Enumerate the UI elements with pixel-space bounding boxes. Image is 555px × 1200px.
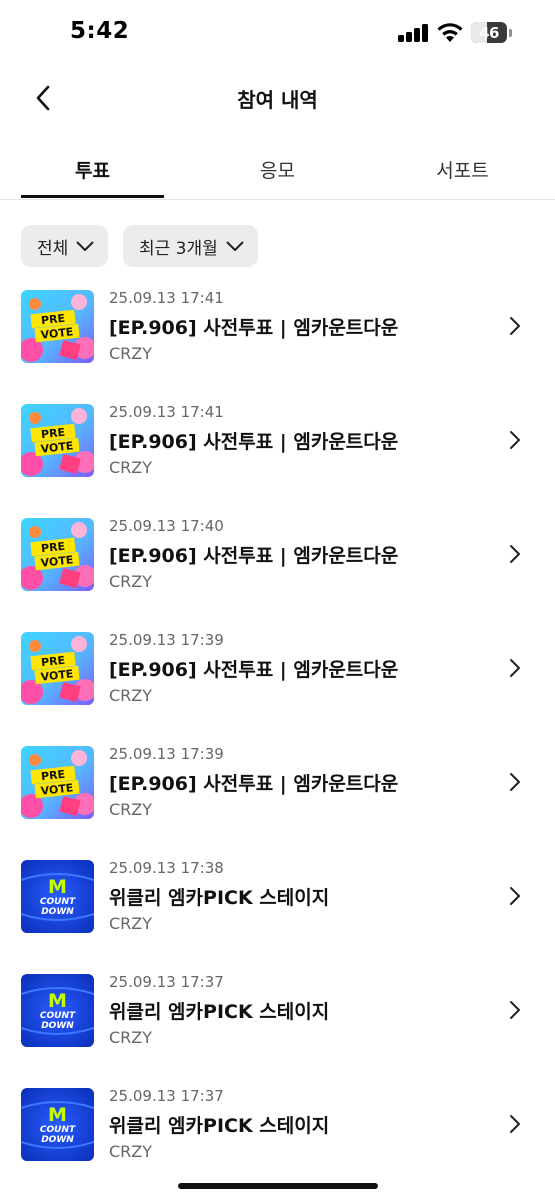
item-thumbnail: PRE VOTE: [21, 518, 94, 591]
chevron-right-icon: [510, 887, 520, 905]
item-thumbnail: M COUNT DOWN: [21, 974, 94, 1047]
wifi-icon: [437, 23, 463, 42]
item-title: [EP.906] 사전투표 | 엠카운트다운: [109, 773, 399, 795]
status-time: 5:42: [70, 18, 130, 44]
list-item[interactable]: PRE VOTE 25.09.13 17:39 [EP.906] 사전투표 | 엠…: [0, 736, 555, 850]
list-item[interactable]: PRE VOTE 25.09.13 17:41 [EP.906] 사전투표 | 엠…: [0, 394, 555, 508]
item-artist: CRZY: [109, 458, 153, 477]
item-date: 25.09.13 17:39: [109, 745, 224, 763]
item-artist: CRZY: [109, 572, 153, 591]
item-thumbnail: M COUNT DOWN: [21, 860, 94, 933]
tab-bar: 투표 응모 서포트: [0, 140, 555, 200]
list-item[interactable]: M COUNT DOWN 25.09.13 17:38 위클리 엠카PICK 스테…: [0, 850, 555, 964]
prevote-thumbnail-icon: PRE VOTE: [21, 404, 94, 477]
nav-bar: 참여 내역: [0, 66, 555, 130]
chevron-right-icon: [510, 659, 520, 677]
chevron-right-icon: [510, 317, 520, 335]
countdown-line1: COUNT: [40, 1011, 76, 1021]
countdown-line2: DOWN: [41, 1135, 74, 1145]
item-title: [EP.906] 사전투표 | 엠카운트다운: [109, 659, 399, 681]
countdown-line2: DOWN: [41, 1021, 74, 1031]
item-artist: CRZY: [109, 344, 153, 363]
countdown-line1: COUNT: [40, 897, 76, 907]
item-artist: CRZY: [109, 686, 153, 705]
item-title: 위클리 엠카PICK 스테이지: [109, 1115, 330, 1137]
list-item[interactable]: PRE VOTE 25.09.13 17:40 [EP.906] 사전투표 | 엠…: [0, 508, 555, 622]
item-artist: CRZY: [109, 914, 153, 933]
status-bar: 5:42 46: [0, 0, 555, 66]
item-date: 25.09.13 17:38: [109, 859, 224, 877]
item-date: 25.09.13 17:41: [109, 403, 224, 421]
countdown-line2: DOWN: [41, 907, 74, 917]
prevote-line1: PRE: [40, 312, 65, 327]
item-title: [EP.906] 사전투표 | 엠카운트다운: [109, 545, 399, 567]
mcountdown-thumbnail-icon: M COUNT DOWN: [21, 974, 94, 1047]
tab-apply[interactable]: 응모: [206, 140, 349, 198]
item-date: 25.09.13 17:37: [109, 973, 224, 991]
chevron-down-icon: [226, 241, 244, 252]
countdown-m: M: [48, 876, 67, 898]
countdown-m: M: [48, 1104, 67, 1126]
category-filter-dropdown[interactable]: 전체: [21, 225, 109, 267]
prevote-thumbnail-icon: PRE VOTE: [21, 290, 94, 363]
chevron-right-icon: [510, 431, 520, 449]
mcountdown-thumbnail-icon: M COUNT DOWN: [21, 860, 94, 933]
page-title: 참여 내역: [237, 88, 318, 112]
item-date: 25.09.13 17:41: [109, 289, 224, 307]
item-artist: CRZY: [109, 800, 153, 819]
list-item[interactable]: PRE VOTE 25.09.13 17:39 [EP.906] 사전투표 | 엠…: [0, 622, 555, 736]
list-item[interactable]: M COUNT DOWN 25.09.13 17:37 위클리 엠카PICK 스테…: [0, 964, 555, 1078]
list-item[interactable]: M COUNT DOWN 25.09.13 17:37 위클리 엠카PICK 스테…: [0, 1078, 555, 1192]
countdown-m: M: [48, 990, 67, 1012]
chevron-right-icon: [510, 1001, 520, 1019]
item-thumbnail: M COUNT DOWN: [21, 1088, 94, 1161]
period-filter-label: 최근 3개월: [139, 238, 218, 259]
item-title: 위클리 엠카PICK 스테이지: [109, 887, 330, 909]
prevote-line1: PRE: [40, 426, 65, 441]
item-date: 25.09.13 17:39: [109, 631, 224, 649]
item-title: [EP.906] 사전투표 | 엠카운트다운: [109, 317, 399, 339]
item-artist: CRZY: [109, 1142, 153, 1161]
tab-vote[interactable]: 투표: [21, 140, 164, 198]
mcountdown-thumbnail-icon: M COUNT DOWN: [21, 1088, 94, 1161]
prevote-line1: PRE: [40, 768, 65, 783]
chevron-right-icon: [510, 773, 520, 791]
item-title: 위클리 엠카PICK 스테이지: [109, 1001, 330, 1023]
chevron-right-icon: [510, 1115, 520, 1133]
prevote-line1: PRE: [40, 654, 65, 669]
chevron-right-icon: [510, 545, 520, 563]
cellular-signal-icon: [398, 24, 428, 42]
countdown-line1: COUNT: [40, 1125, 76, 1135]
item-date: 25.09.13 17:40: [109, 517, 224, 535]
category-filter-label: 전체: [37, 238, 69, 259]
tab-support[interactable]: 서포트: [391, 140, 534, 198]
item-title: [EP.906] 사전투표 | 엠카운트다운: [109, 431, 399, 453]
item-artist: CRZY: [109, 1028, 153, 1047]
item-date: 25.09.13 17:37: [109, 1087, 224, 1105]
home-indicator: [178, 1183, 378, 1189]
prevote-thumbnail-icon: PRE VOTE: [21, 746, 94, 819]
item-thumbnail: PRE VOTE: [21, 746, 94, 819]
prevote-thumbnail-icon: PRE VOTE: [21, 518, 94, 591]
active-tab-indicator: [21, 195, 164, 198]
battery-level: 46: [479, 23, 499, 42]
item-thumbnail: PRE VOTE: [21, 290, 94, 363]
item-thumbnail: PRE VOTE: [21, 404, 94, 477]
chevron-down-icon: [76, 241, 94, 252]
prevote-thumbnail-icon: PRE VOTE: [21, 632, 94, 705]
prevote-line1: PRE: [40, 540, 65, 555]
item-thumbnail: PRE VOTE: [21, 632, 94, 705]
list-item[interactable]: PRE VOTE 25.09.13 17:41 [EP.906] 사전투표 | 엠…: [0, 280, 555, 394]
battery-icon: 46: [471, 22, 507, 43]
battery-tip: [509, 29, 512, 37]
period-filter-dropdown[interactable]: 최근 3개월: [123, 225, 258, 267]
screen: 5:42 46 참여 내역 투표 응모 서포트 전체 최근 3개월 PRE VO…: [0, 0, 555, 1200]
